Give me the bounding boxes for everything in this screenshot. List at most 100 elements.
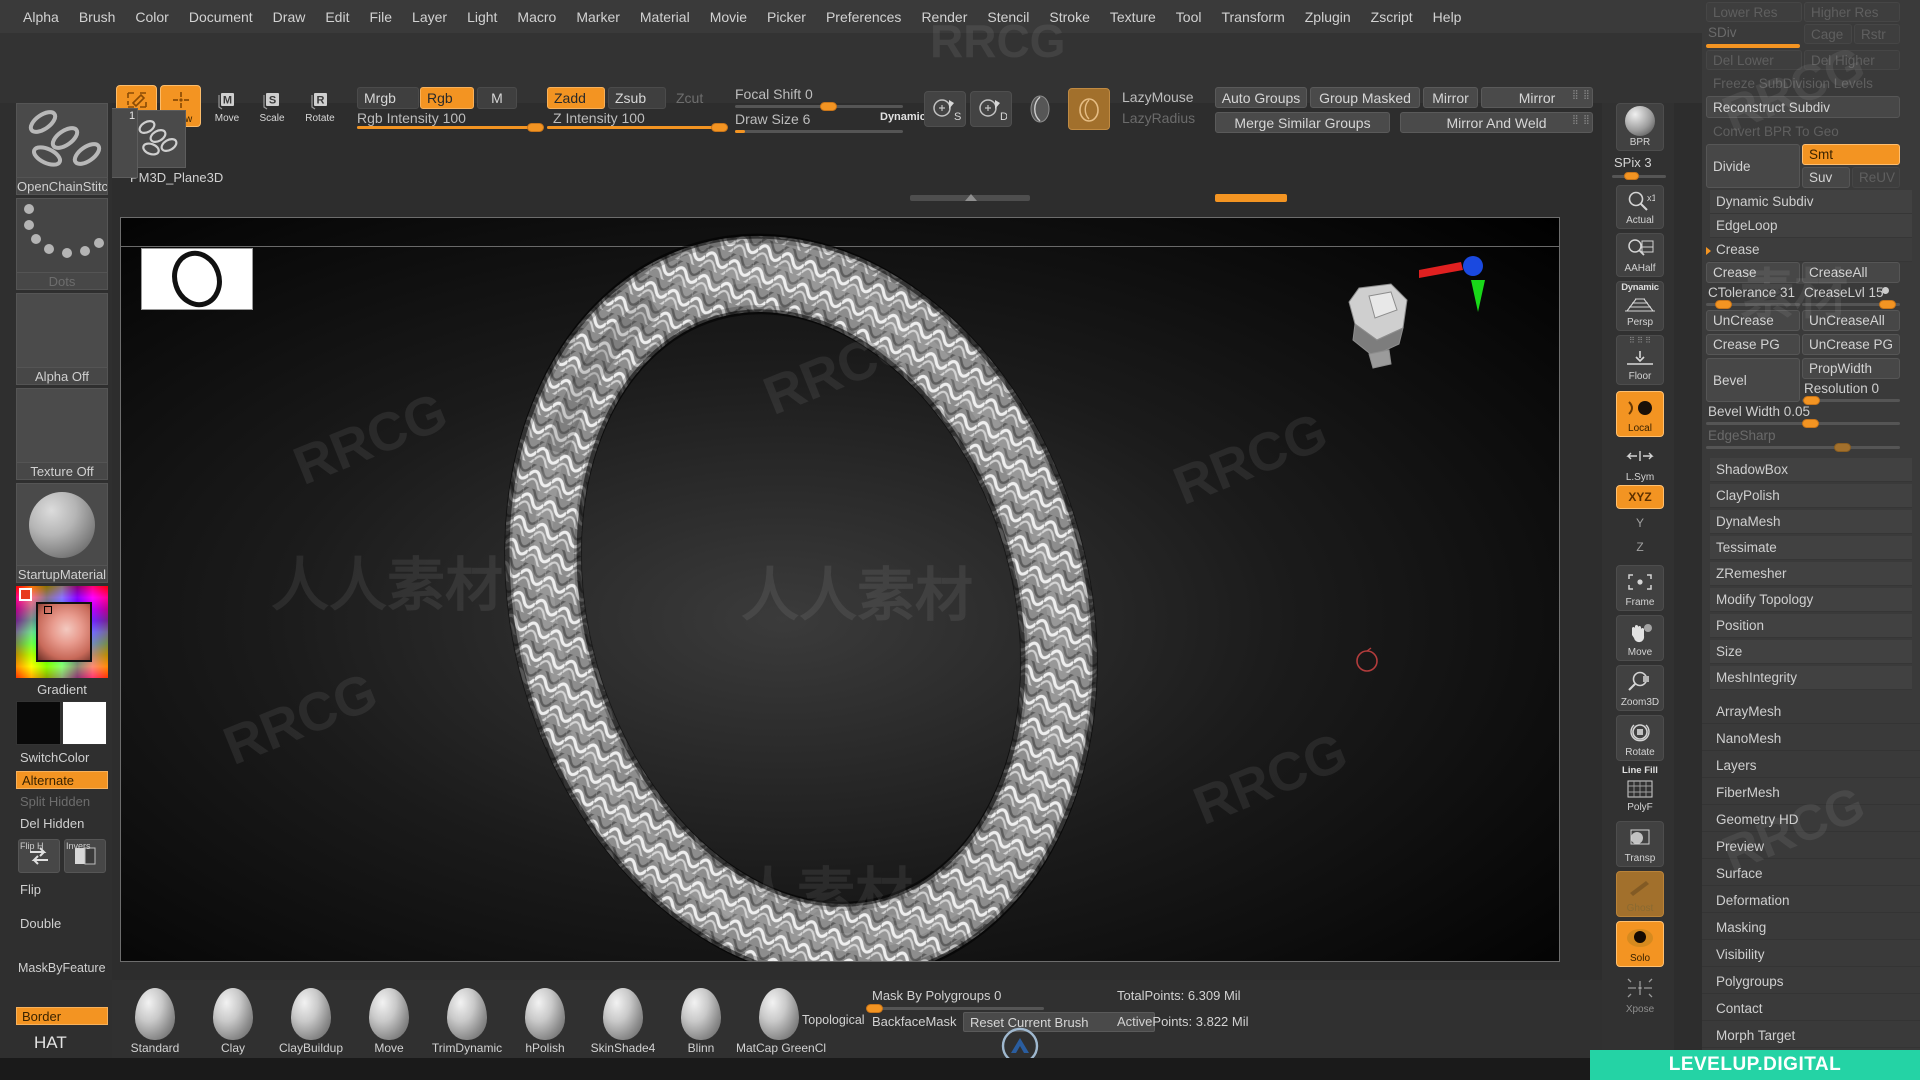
lazymouse-label[interactable]: LazyMouse [1122, 89, 1194, 105]
tool-section-dynamesh[interactable]: DynaMesh [1710, 510, 1912, 534]
viewport[interactable]: RRCG RRCG RRCG RRCG RRCG 人人素材 人人素材 人人素材 [120, 217, 1560, 962]
mask-by-polygroups-knob[interactable] [866, 1004, 883, 1013]
dynamic-subdiv-item[interactable]: Dynamic Subdiv [1710, 190, 1912, 214]
tool-section-claypolish[interactable]: ClayPolish [1710, 484, 1912, 508]
toolbar-grip-2[interactable]: ⣿ ⣿ [1572, 114, 1591, 125]
group-masked-button[interactable]: Group Masked [1310, 87, 1420, 108]
backface-mask-label[interactable]: BackfaceMask [872, 1014, 957, 1029]
uncrease-all-button[interactable]: UnCreaseAll [1802, 310, 1900, 331]
tool-section-modify-topology[interactable]: Modify Topology [1710, 588, 1912, 612]
subpalette-polygroups[interactable]: Polygroups [1702, 970, 1920, 994]
spix-label[interactable]: SPix 3 [1614, 155, 1652, 170]
brush-preview-item[interactable]: SkinShade4 [580, 988, 666, 1055]
material-label[interactable]: StartupMaterial [16, 565, 108, 583]
subpalette-layers[interactable]: Layers [1702, 754, 1920, 778]
texture-swatch[interactable] [16, 388, 108, 464]
bpr-button[interactable]: BPR [1616, 103, 1664, 151]
crease-expand-arrow-icon[interactable] [1706, 247, 1711, 255]
alternate-button[interactable]: Alternate [16, 771, 108, 789]
dynamic-toggle[interactable]: Dynamic [880, 111, 926, 123]
polyf-button[interactable]: Line Fill PolyF [1616, 765, 1664, 815]
creaselvl-label[interactable]: CreaseLvl 15 [1804, 285, 1884, 300]
gradient-label[interactable]: Gradient [16, 681, 108, 699]
bevel-button[interactable]: Bevel [1706, 358, 1800, 402]
zadd-button[interactable]: Zadd [547, 87, 605, 109]
divide-button[interactable]: Divide [1706, 144, 1800, 188]
menu-item-stencil[interactable]: Stencil [978, 6, 1038, 28]
brush-label[interactable]: OpenChainStitch [16, 177, 108, 195]
color-picker[interactable] [16, 586, 108, 678]
mask-by-polygroups-track[interactable] [868, 1007, 1044, 1010]
focal-shift-slider-knob[interactable] [820, 102, 837, 111]
freeze-subdivision-button[interactable]: Freeze SubDivision Levels [1706, 73, 1900, 93]
draw-size-label[interactable]: Draw Size 6 [735, 111, 810, 127]
xyz-button[interactable]: XYZ [1616, 485, 1664, 509]
tool-section-position[interactable]: Position [1710, 614, 1912, 638]
rgb-intensity-label[interactable]: Rgb Intensity 100 [357, 110, 466, 126]
rotate-button[interactable]: R Rotate [300, 89, 340, 125]
menu-item-macro[interactable]: Macro [508, 6, 565, 28]
crease-button[interactable]: Crease [1706, 262, 1800, 283]
rstr-button[interactable]: Rstr [1854, 24, 1900, 44]
smt-button[interactable]: Smt [1802, 144, 1900, 165]
brush-swatch[interactable] [16, 103, 108, 179]
switch-color-label[interactable]: SwitchColor [16, 749, 108, 767]
rgb-button[interactable]: Rgb [420, 87, 474, 109]
del-hidden-button[interactable]: Del Hidden [16, 815, 108, 833]
alpha-label[interactable]: Alpha Off [16, 367, 108, 385]
z-intensity-slider-knob[interactable] [711, 123, 728, 132]
menu-item-marker[interactable]: Marker [567, 6, 629, 28]
subpalette-surface[interactable]: Surface [1702, 862, 1920, 886]
menu-item-zscript[interactable]: Zscript [1362, 6, 1422, 28]
tool-section-tessimate[interactable]: Tessimate [1710, 536, 1912, 560]
resolution-label[interactable]: Resolution 0 [1804, 381, 1879, 396]
stroke-label[interactable]: Dots [16, 272, 108, 290]
brush-size-d-button[interactable]: D [970, 91, 1012, 127]
menu-item-edit[interactable]: Edit [316, 6, 358, 28]
lsym-button[interactable]: L.Sym [1616, 443, 1664, 485]
brush-preview-item[interactable]: hPolish [502, 988, 588, 1055]
transp-button[interactable]: Transp [1616, 821, 1664, 867]
mask-by-polygroups-label[interactable]: Mask By Polygroups 0 [872, 988, 1001, 1003]
ctolerance-label[interactable]: CTolerance 31 [1708, 285, 1795, 300]
menu-item-stroke[interactable]: Stroke [1040, 6, 1098, 28]
double-button[interactable]: Double [16, 915, 108, 933]
lower-res-button[interactable]: Lower Res [1706, 2, 1802, 22]
auto-groups-button[interactable]: Auto Groups [1215, 87, 1307, 108]
y-axis-button[interactable]: Y [1616, 511, 1664, 535]
ctolerance-knob[interactable] [1715, 300, 1732, 309]
frame-button[interactable]: Frame [1616, 565, 1664, 611]
menu-item-picker[interactable]: Picker [758, 6, 815, 28]
menu-item-help[interactable]: Help [1424, 6, 1471, 28]
focal-shift-label[interactable]: Focal Shift 0 [735, 86, 813, 102]
subpalette-masking[interactable]: Masking [1702, 916, 1920, 940]
spix-slider-knob[interactable] [1624, 172, 1639, 180]
zcut-button[interactable]: Zcut [669, 87, 717, 109]
menu-item-tool[interactable]: Tool [1167, 6, 1211, 28]
del-higher-button[interactable]: Del Higher [1804, 50, 1900, 70]
aahalf-button[interactable]: AAHalf [1616, 233, 1664, 277]
uncrease-pg-button[interactable]: UnCrease PG [1802, 334, 1900, 355]
lazyradius-label[interactable]: LazyRadius [1122, 110, 1195, 126]
border-button[interactable]: Border [16, 1007, 108, 1025]
split-hidden-button[interactable]: Split Hidden [16, 793, 108, 811]
scale-button[interactable]: S Scale [255, 89, 289, 125]
reuv-button[interactable]: ReUV [1852, 167, 1900, 188]
primary-color-swatch[interactable] [16, 701, 61, 745]
rgb-intensity-slider-knob[interactable] [527, 123, 544, 132]
brush-preview-item[interactable]: ClayBuildup [268, 988, 354, 1055]
xpose-button[interactable]: Xpose [1616, 971, 1664, 1017]
uncrease-button[interactable]: UnCrease [1706, 310, 1800, 331]
menu-item-layer[interactable]: Layer [403, 6, 456, 28]
texture-label[interactable]: Texture Off [16, 462, 108, 480]
crease-section-header[interactable]: Crease [1710, 238, 1912, 262]
brush-preview-item[interactable]: Blinn [658, 988, 744, 1055]
canvas-chevron-icon[interactable] [965, 194, 977, 201]
z-axis-button[interactable]: Z [1616, 535, 1664, 559]
menu-item-preferences[interactable]: Preferences [817, 6, 910, 28]
mirror-button-1[interactable]: Mirror [1423, 87, 1478, 108]
spix-slider-track[interactable] [1612, 175, 1666, 178]
m-button[interactable]: M [477, 87, 517, 109]
move-button[interactable]: M Move [210, 89, 244, 125]
menu-item-zplugin[interactable]: Zplugin [1296, 6, 1360, 28]
